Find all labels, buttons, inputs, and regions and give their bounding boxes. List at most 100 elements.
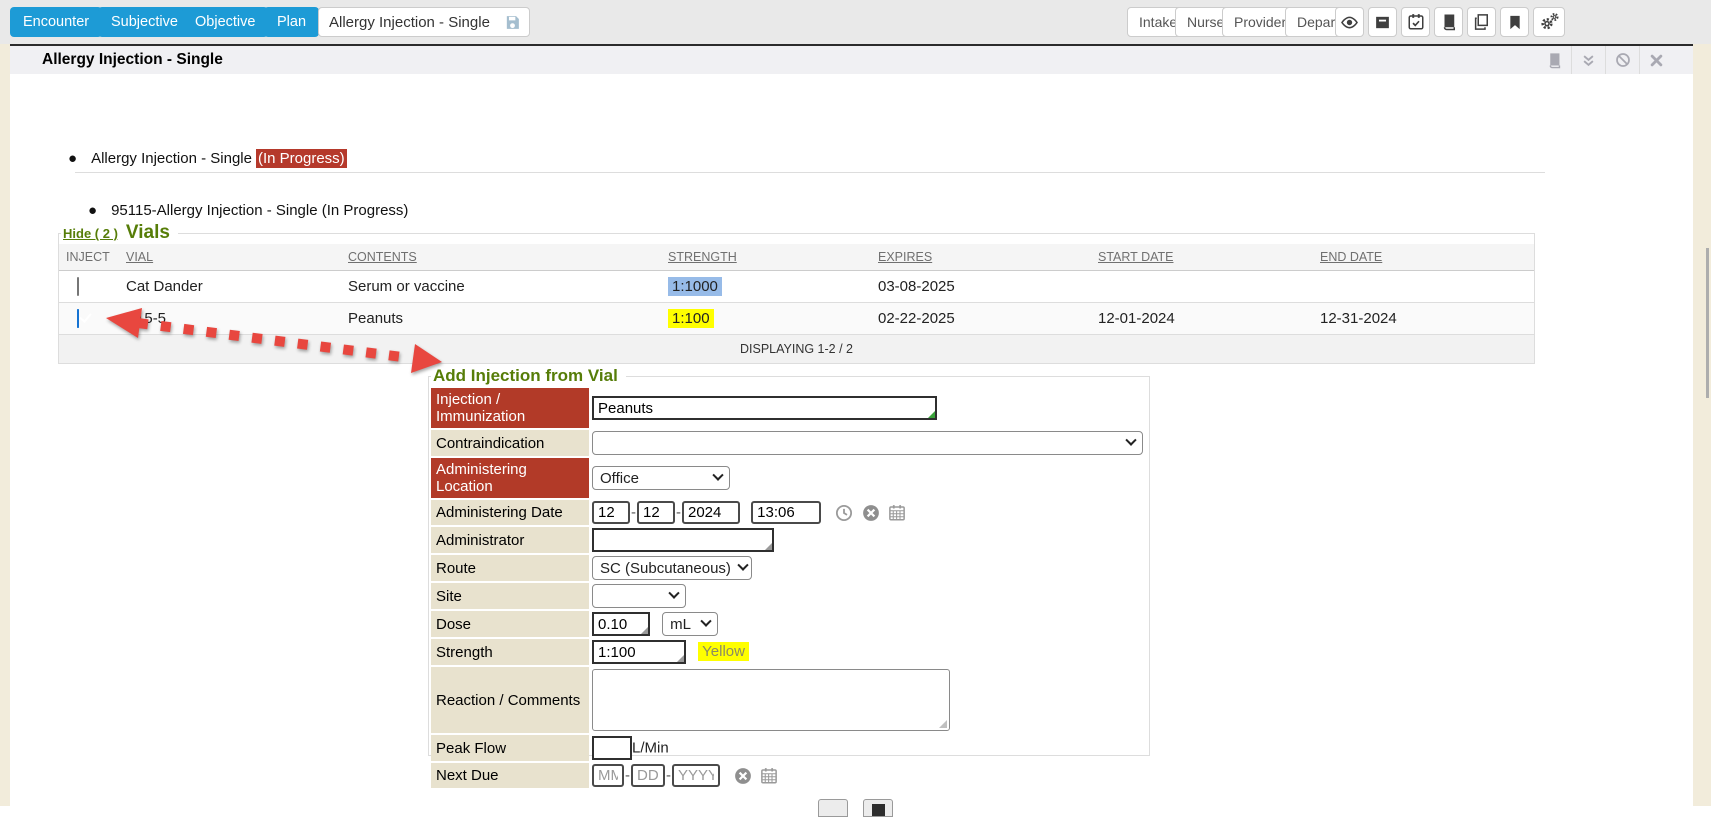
note-status-item: ● Allergy Injection - Single (In Progres… [68, 149, 347, 168]
route-label: Route [431, 555, 589, 581]
book-icon[interactable] [1537, 46, 1571, 74]
divider [75, 172, 1545, 173]
expires-cell: 02-22-2025 [871, 310, 1091, 327]
next-due-year-input[interactable] [672, 764, 720, 787]
close-icon[interactable] [1639, 46, 1673, 74]
plan-button[interactable]: Plan [264, 7, 319, 37]
strength-color-note: Yellow [698, 642, 749, 661]
col-end-date[interactable]: END DATE [1313, 250, 1534, 264]
table-row: P15-5 Peanuts 1:100 02-22-2025 12-01-202… [59, 303, 1534, 335]
clock-icon[interactable] [835, 504, 853, 522]
date-time-input[interactable] [751, 501, 821, 524]
dose-label: Dose [431, 611, 589, 637]
bottom-save-button[interactable] [863, 799, 893, 817]
no-entry-icon[interactable] [1605, 46, 1639, 74]
next-due-month-input[interactable] [592, 764, 624, 787]
col-strength[interactable]: STRENGTH [661, 250, 871, 264]
panel-title-bar: Allergy Injection - Single [10, 46, 1693, 74]
col-expires[interactable]: EXPIRES [871, 250, 1091, 264]
contraindication-select[interactable] [592, 431, 1143, 455]
note-title-box[interactable]: Allergy Injection - Single [318, 7, 530, 37]
book-icon[interactable] [1434, 7, 1463, 37]
calendar-icon[interactable] [760, 767, 778, 785]
table-row: Cat Dander Serum or vaccine 1:1000 03-08… [59, 271, 1534, 303]
calendar-icon[interactable] [888, 504, 906, 522]
contents-cell: Peanuts [341, 310, 661, 327]
site-select[interactable] [592, 584, 686, 608]
administering-date-label: Administering Date [431, 500, 589, 525]
chevron-down-icon [712, 470, 723, 481]
administering-location-label: Administering Location [431, 458, 589, 498]
eye-icon[interactable] [1335, 7, 1364, 37]
add-injection-title: Add Injection from Vial [433, 366, 618, 386]
table-pagination: DISPLAYING 1-2 / 2 [59, 335, 1534, 363]
next-due-day-input[interactable] [631, 764, 665, 787]
date-month-input[interactable] [592, 501, 630, 524]
double-chevron-down-icon[interactable] [1571, 46, 1605, 74]
save-icon[interactable] [504, 14, 521, 31]
administering-location-select[interactable]: Office [592, 466, 730, 490]
administrator-label: Administrator [431, 527, 589, 553]
chevron-down-icon [668, 588, 679, 599]
left-margin-strip [0, 44, 10, 806]
site-label: Site [431, 583, 589, 609]
peak-flow-label: Peak Flow [431, 735, 589, 761]
route-select[interactable]: SC (Subcutaneous) [592, 556, 752, 580]
vials-table-header: INJECT VIAL CONTENTS STRENGTH EXPIRES ST… [59, 244, 1534, 271]
hide-vials-link[interactable]: Hide ( 2 ) [63, 226, 118, 241]
col-inject: INJECT [59, 250, 119, 264]
encounter-button[interactable]: Encounter [10, 7, 102, 37]
note-panel: Allergy Injection - Single ● Allergy Inj… [10, 44, 1693, 806]
subjective-button[interactable]: Subjective [98, 7, 191, 37]
strength-cell: 1:1000 [668, 277, 722, 296]
date-day-input[interactable] [637, 501, 675, 524]
panel-title: Allergy Injection - Single [42, 51, 223, 69]
bookmark-icon[interactable] [1500, 7, 1529, 37]
vials-title: Vials [126, 222, 170, 244]
inject-checkbox[interactable] [77, 277, 79, 296]
end-date-cell: 12-31-2024 [1313, 310, 1534, 327]
calendar-check-icon[interactable] [1401, 7, 1430, 37]
copy-icon[interactable] [1467, 7, 1496, 37]
contraindication-label: Contraindication [431, 430, 589, 456]
objective-button[interactable]: Objective [182, 7, 268, 37]
dose-input[interactable] [592, 612, 650, 636]
archive-icon[interactable] [1368, 7, 1397, 37]
dose-unit-select[interactable]: mL [662, 612, 718, 636]
injection-input[interactable] [592, 396, 937, 420]
peak-flow-unit: L/Min [632, 740, 669, 757]
strength-input[interactable] [592, 640, 686, 664]
start-date-cell: 12-01-2024 [1091, 310, 1313, 327]
note-title-label: Allergy Injection - Single [329, 14, 490, 31]
administrator-input[interactable] [592, 528, 774, 552]
injection-label: Injection / Immunization [431, 388, 589, 428]
note-status-text: Allergy Injection - Single [91, 150, 252, 167]
reaction-comments-label: Reaction / Comments [431, 667, 589, 733]
contents-cell: Serum or vaccine [341, 278, 661, 295]
vial-cell: P15-5 [119, 310, 341, 327]
clear-circle-icon[interactable] [862, 504, 880, 522]
date-year-input[interactable] [682, 501, 740, 524]
clear-circle-icon[interactable] [734, 767, 752, 785]
vials-section: Hide ( 2 ) Vials INJECT VIAL CONTENTS ST… [58, 222, 1535, 364]
bottom-button[interactable] [818, 799, 848, 817]
col-start-date[interactable]: START DATE [1091, 250, 1313, 264]
scrollbar-thumb[interactable] [1706, 248, 1709, 398]
chevron-down-icon [701, 616, 712, 627]
peak-flow-input[interactable] [592, 736, 632, 760]
reaction-comments-textarea[interactable] [592, 669, 950, 731]
vial-cell: Cat Dander [119, 278, 341, 295]
inject-checkbox[interactable] [77, 309, 79, 328]
col-contents[interactable]: CONTENTS [341, 250, 661, 264]
next-due-label: Next Due [431, 763, 589, 788]
chevron-down-icon [1125, 435, 1136, 446]
strength-cell: 1:100 [668, 309, 714, 328]
procedure-status-item: ● 95115-Allergy Injection - Single (In P… [88, 202, 408, 219]
right-margin-strip [1693, 44, 1711, 806]
expires-cell: 03-08-2025 [871, 278, 1091, 295]
top-toolbar: Encounter Subjective Objective Plan Alle… [0, 0, 1711, 44]
in-progress-badge: (In Progress) [256, 149, 347, 168]
col-vial[interactable]: VIAL [119, 250, 341, 264]
gears-icon[interactable] [1533, 7, 1565, 37]
vials-table: INJECT VIAL CONTENTS STRENGTH EXPIRES ST… [59, 244, 1534, 363]
